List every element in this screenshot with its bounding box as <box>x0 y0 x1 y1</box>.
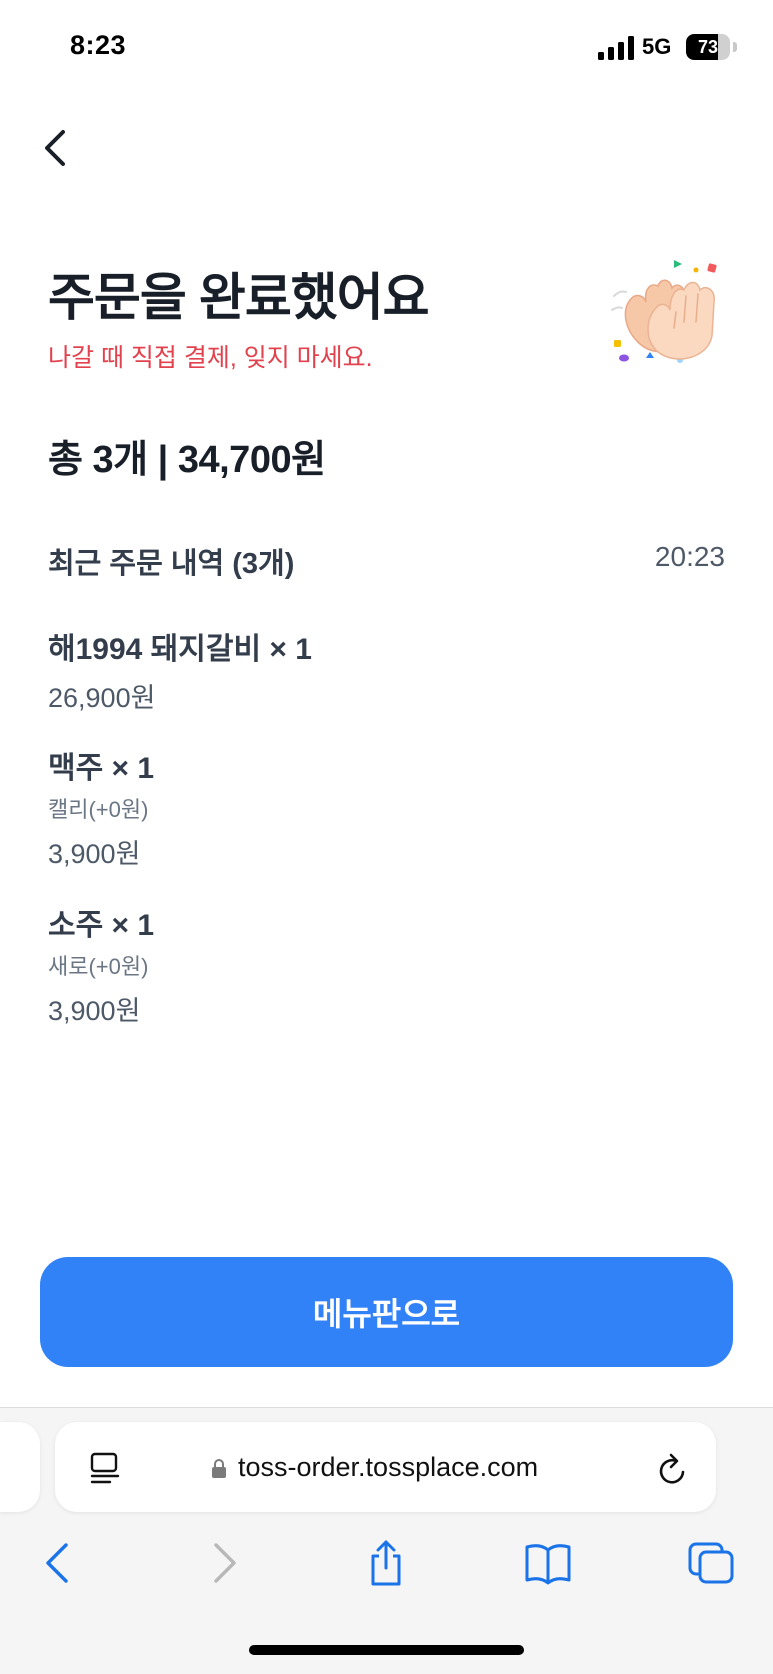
browser-back-icon[interactable] <box>34 1540 82 1586</box>
chevron-left-icon <box>45 130 65 166</box>
network-type: 5G <box>642 34 672 59</box>
order-item-name: 소주 × 1 <box>48 909 155 942</box>
order-item-price: 3,900원 <box>48 839 141 869</box>
recent-orders-label: 최근 주문 내역 (3개) <box>48 548 295 580</box>
browser-forward-icon[interactable] <box>200 1540 248 1586</box>
status-time: 8:23 <box>70 30 127 60</box>
order-item-price: 3,900원 <box>48 996 141 1026</box>
order-item-name: 맥주 × 1 <box>48 752 155 785</box>
back-to-menu-button[interactable]: 메뉴판으로 <box>40 1257 733 1367</box>
tabs-icon[interactable] <box>688 1540 736 1586</box>
reload-icon[interactable] <box>654 1450 690 1488</box>
url-text[interactable]: toss-order.tossplace.com <box>238 1452 538 1483</box>
order-time: 20:23 <box>654 541 725 572</box>
order-item-name: 해1994 돼지갈비 × 1 <box>48 633 312 666</box>
share-icon[interactable] <box>362 1540 410 1586</box>
bookmarks-icon[interactable] <box>524 1540 572 1586</box>
cellular-signal-icon <box>598 36 634 60</box>
home-indicator <box>249 1645 524 1655</box>
payment-reminder: 나갈 때 직접 결제, 잊지 마세요. <box>48 344 373 372</box>
back-button[interactable] <box>36 124 76 172</box>
order-total: 총 3개 | 34,700원 <box>48 439 326 481</box>
page-menu-icon[interactable] <box>88 1451 122 1485</box>
order-item-option: 새로(+0원) <box>48 954 149 979</box>
lock-icon <box>212 1459 226 1478</box>
clapping-hands-icon <box>611 260 717 363</box>
order-item-price: 26,900원 <box>48 683 156 713</box>
battery-level: 73 <box>697 37 719 57</box>
previous-tab-peek[interactable] <box>0 1422 40 1512</box>
order-item-option: 캘리(+0원) <box>48 797 149 822</box>
battery-icon: 73 <box>686 34 738 60</box>
page-title: 주문을 완료했어요 <box>48 269 430 326</box>
